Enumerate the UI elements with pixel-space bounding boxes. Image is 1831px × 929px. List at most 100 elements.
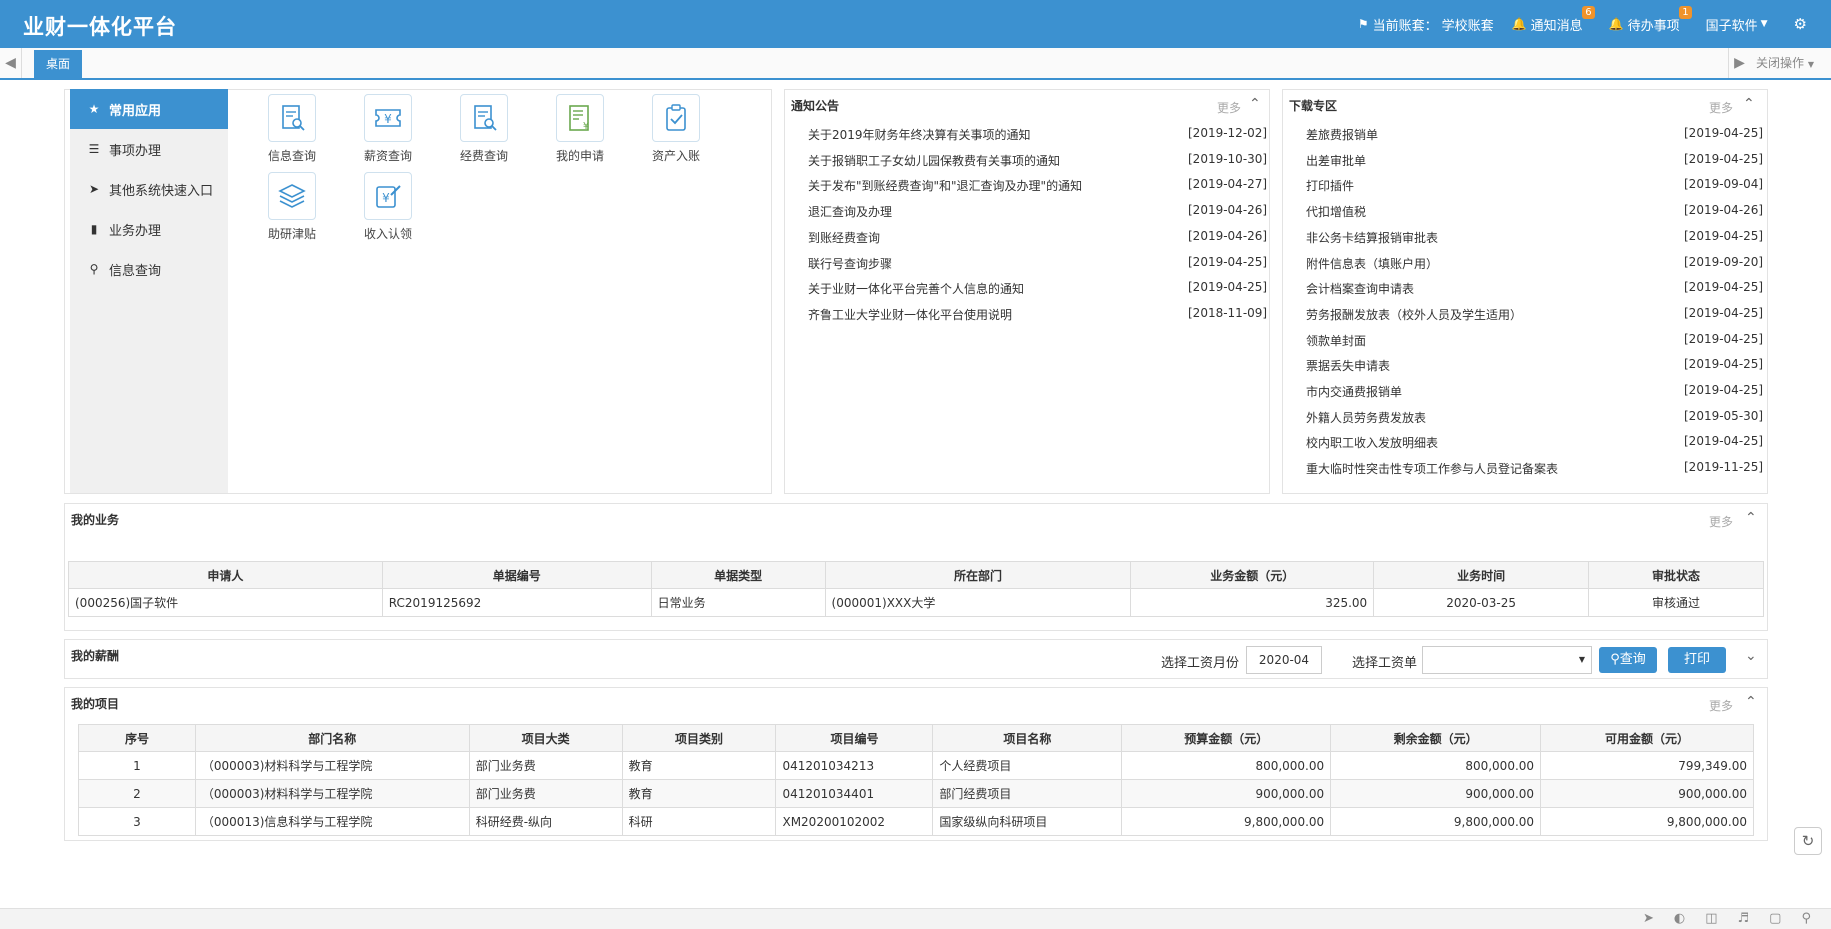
notice-item[interactable]: 关于报销职工子女幼儿园保教费有关事项的通知 [808, 152, 1060, 169]
table-cell: 教育 [621, 779, 777, 808]
table-row[interactable]: (000256)国子软件 RC2019125692 日常业务 (000001)XXX大… [68, 588, 1764, 617]
table-cell: 部门业务费 [468, 751, 623, 780]
app-my-applications[interactable]: ¥ 我的申请 [540, 94, 620, 164]
notice-date: [2019-04-27] [1188, 177, 1268, 192]
notice-item[interactable]: 联行号查询步骤 [808, 255, 892, 272]
download-item[interactable]: 领款单封面 [1306, 332, 1366, 349]
layers-icon [268, 172, 316, 220]
menu-label: 业务办理 [109, 223, 162, 239]
download-item[interactable]: 市内交通费报销单 [1306, 383, 1402, 400]
notice-item[interactable]: 关于业财一体化平台完善个人信息的通知 [808, 280, 1024, 297]
notice-item[interactable]: 关于2019年财务年终决算有关事项的通知 [808, 126, 1031, 143]
arrow-up-circle-icon: ➤ [88, 182, 100, 196]
chevron-down-icon[interactable]: ⌄ [1745, 648, 1757, 664]
bell-icon: 🔔 [1608, 17, 1624, 31]
notify-button[interactable]: 🔔 通知消息 6 [1512, 5, 1595, 34]
menu-business[interactable]: ▮ 业务办理 [70, 209, 228, 249]
trash-icon[interactable]: ◫ [1705, 911, 1717, 926]
download-item[interactable]: 代扣增值税 [1306, 203, 1366, 220]
notice-date: [2019-04-25] [1188, 254, 1268, 269]
search-icon: ⚲ [1610, 652, 1620, 667]
my-business-more-link[interactable]: 更多 [1709, 513, 1733, 530]
menu-other-systems[interactable]: ➤ 其他系统快速入口 [70, 169, 228, 209]
download-item[interactable]: 票据丢失申请表 [1306, 357, 1390, 374]
notice-item[interactable]: 关于发布"到账经费查询"和"退汇查询及办理"的通知 [808, 177, 1082, 194]
chevron-up-icon[interactable]: ⌃ [1745, 694, 1757, 710]
table-cell: 900,000.00 [1121, 779, 1332, 808]
download-item[interactable]: 差旅费报销单 [1306, 126, 1378, 143]
todo-button[interactable]: 🔔 待办事项 1 [1608, 5, 1692, 34]
document-search-icon [460, 94, 508, 142]
table-cell: 325.00 [1130, 588, 1375, 617]
table-cell: 日常业务 [650, 588, 826, 617]
salary-sheet-select[interactable]: ▼ [1422, 646, 1592, 674]
tab-scroll-left-icon[interactable]: ◀ [0, 48, 22, 78]
app-label: 助研津贴 [267, 227, 316, 241]
user-menu[interactable]: 国子软件 ▼ [1706, 15, 1768, 34]
table-row[interactable]: 2 （000003)材料科学与工程学院 部门业务费 教育 041201034401 部门经… [78, 779, 1754, 808]
download-item[interactable]: 出差审批单 [1306, 152, 1366, 169]
notice-item[interactable]: 齐鲁工业大学业财一体化平台使用说明 [808, 306, 1012, 323]
account-switcher[interactable]: ⚑ 当前账套： 学校账套 [1358, 15, 1494, 34]
column-header: 业务金额（元） [1130, 561, 1375, 589]
app-menu: ★ 常用应用 ☰ 事项办理 ➤ 其他系统快速入口 ▮ 业务办理 ⚲ 信息查询 [70, 89, 228, 493]
table-cell: 041201034401 [775, 779, 934, 808]
app-asset-entry[interactable]: 资产入账 [636, 94, 716, 164]
menu-label: 事项办理 [109, 143, 162, 159]
window-icon[interactable]: ▢ [1769, 911, 1781, 926]
table-cell: （000003)材料科学与工程学院 [194, 779, 470, 808]
app-income-claim[interactable]: ¥ 收入认领 [348, 172, 428, 242]
table-cell: 部门业务费 [468, 779, 623, 808]
palette-icon[interactable]: ◐ [1674, 911, 1685, 926]
table-row[interactable]: 3 （000013)信息科学与工程学院 科研经费-纵向 科研 XM20200102002… [78, 807, 1754, 836]
close-operations-menu[interactable]: 关闭操作 ▼ [1756, 48, 1814, 78]
downloads-more-link[interactable]: 更多 [1709, 99, 1733, 116]
app-research-allowance[interactable]: 助研津贴 [252, 172, 332, 242]
download-item[interactable]: 校内职工收入发放明细表 [1306, 434, 1438, 451]
refresh-icon[interactable]: ↻ [1794, 827, 1822, 855]
notices-title: 通知公告 [791, 99, 840, 113]
download-item[interactable]: 非公务卡结算报销审批表 [1306, 229, 1438, 246]
app-label: 资产入账 [651, 149, 700, 163]
search-icon[interactable]: ⚲ [1801, 911, 1811, 926]
rocket-icon[interactable]: ➤ [1643, 911, 1654, 926]
gear-icon[interactable]: ⚙ [1794, 15, 1807, 33]
download-item[interactable]: 附件信息表（填账户用） [1306, 255, 1438, 272]
volume-icon[interactable]: ♬ [1738, 911, 1750, 926]
app-title: 业财一体化平台 [23, 15, 177, 39]
column-header: 单据编号 [381, 561, 652, 589]
app-label: 我的申请 [555, 149, 604, 163]
menu-label: 常用应用 [109, 103, 162, 119]
tab-desktop[interactable]: 桌面 [34, 50, 83, 78]
table-cell: 800,000.00 [1121, 751, 1332, 780]
chevron-up-icon[interactable]: ⌃ [1745, 510, 1757, 526]
notice-item[interactable]: 到账经费查询 [808, 229, 880, 246]
chevron-up-icon[interactable]: ⌃ [1743, 96, 1755, 112]
table-row[interactable]: 1 （000003)材料科学与工程学院 部门业务费 教育 041201034213 个人经… [78, 751, 1754, 780]
download-item[interactable]: 劳务报酬发放表（校外人员及学生适用） [1306, 306, 1522, 323]
top-header: 业财一体化平台 ⚑ 当前账套： 学校账套 🔔 通知消息 6 🔔 待办事项 1 国… [0, 0, 1831, 48]
column-header: 项目大类 [468, 724, 623, 752]
notices-more-link[interactable]: 更多 [1217, 99, 1241, 116]
download-item[interactable]: 会计档案查询申请表 [1306, 280, 1414, 297]
caret-down-icon: ▼ [1760, 19, 1768, 29]
chevron-up-icon[interactable]: ⌃ [1249, 96, 1261, 112]
app-salary-query[interactable]: ¥ 薪资查询 [348, 94, 428, 164]
month-input[interactable]: 2020-04 [1246, 646, 1322, 674]
download-item[interactable]: 外籍人员劳务费发放表 [1306, 409, 1426, 426]
my-projects-more-link[interactable]: 更多 [1709, 697, 1733, 714]
menu-matters[interactable]: ☰ 事项办理 [70, 129, 228, 169]
download-item[interactable]: 打印插件 [1306, 177, 1354, 194]
app-info-query[interactable]: 信息查询 [252, 94, 332, 164]
todo-label: 待办事项 [1627, 18, 1680, 34]
download-item[interactable]: 重大临时性突击性专项工作参与人员登记备案表 [1306, 460, 1558, 477]
column-header: 项目类别 [621, 724, 777, 752]
tab-scroll-right-icon[interactable]: ▶ [1728, 48, 1750, 78]
notice-item[interactable]: 退汇查询及办理 [808, 203, 892, 220]
print-button[interactable]: 打印 [1668, 647, 1726, 673]
menu-common-apps[interactable]: ★ 常用应用 [70, 89, 228, 129]
menu-info-query[interactable]: ⚲ 信息查询 [70, 249, 228, 289]
app-funds-query[interactable]: 经费查询 [444, 94, 524, 164]
clipboard-check-icon [652, 94, 700, 142]
query-button[interactable]: ⚲查询 [1599, 647, 1657, 673]
